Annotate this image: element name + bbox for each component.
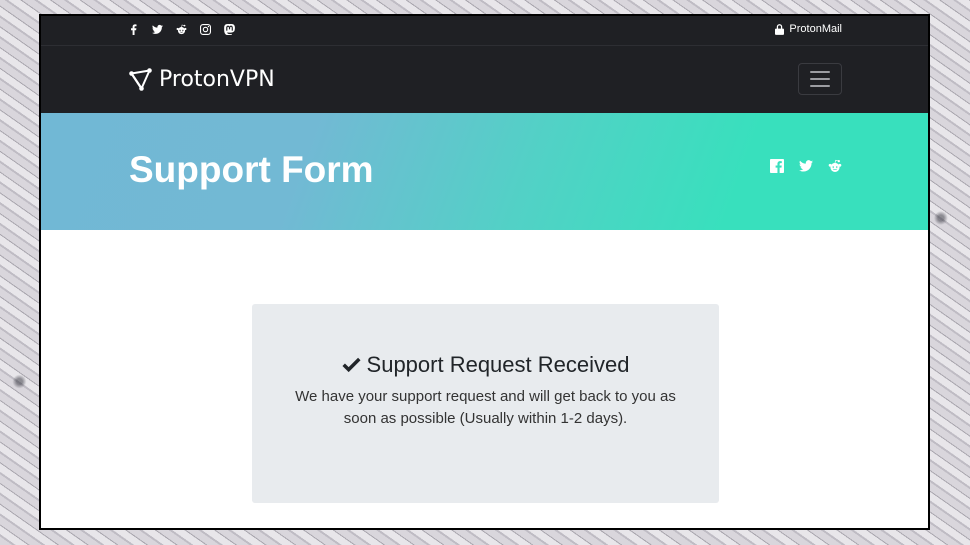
hamburger-line (810, 85, 830, 87)
mastodon-icon[interactable] (223, 22, 236, 36)
page-hero-banner: Support Form (41, 113, 928, 230)
facebook-share-icon[interactable] (770, 159, 784, 173)
instagram-icon[interactable] (199, 22, 212, 36)
reddit-share-icon[interactable] (828, 159, 842, 173)
confirmation-message: We have your support request and will ge… (295, 388, 676, 427)
share-links (770, 159, 842, 173)
facebook-icon[interactable] (127, 22, 140, 36)
top-bar: ProtonMail (41, 16, 928, 46)
social-links-top (127, 22, 236, 36)
hamburger-menu-button[interactable] (798, 63, 842, 95)
confirmation-heading: Support Request Received (252, 352, 719, 378)
brand-name: ProtonVPN (159, 67, 275, 92)
main-content: Support Request Received We have your su… (41, 230, 928, 528)
protonmail-link[interactable]: ProtonMail (775, 23, 842, 35)
lock-icon (775, 23, 785, 35)
checkmark-icon (342, 357, 361, 373)
hamburger-menu-icon (810, 71, 830, 73)
protonvpn-logo-icon (129, 67, 152, 91)
confirmation-heading-text: Support Request Received (366, 352, 630, 377)
main-navbar: ProtonVPN (41, 46, 928, 113)
twitter-share-icon[interactable] (799, 159, 813, 173)
brand-logo-link[interactable]: ProtonVPN (129, 67, 275, 92)
hamburger-line (810, 78, 830, 80)
twitter-icon[interactable] (151, 22, 164, 36)
confirmation-card: Support Request Received We have your su… (252, 304, 719, 503)
protonmail-label: ProtonMail (789, 23, 842, 35)
page-title: Support Form (129, 149, 374, 190)
browser-window: ProtonMail ProtonVPN Support Form Suppor… (39, 14, 930, 530)
reddit-icon[interactable] (175, 22, 188, 36)
